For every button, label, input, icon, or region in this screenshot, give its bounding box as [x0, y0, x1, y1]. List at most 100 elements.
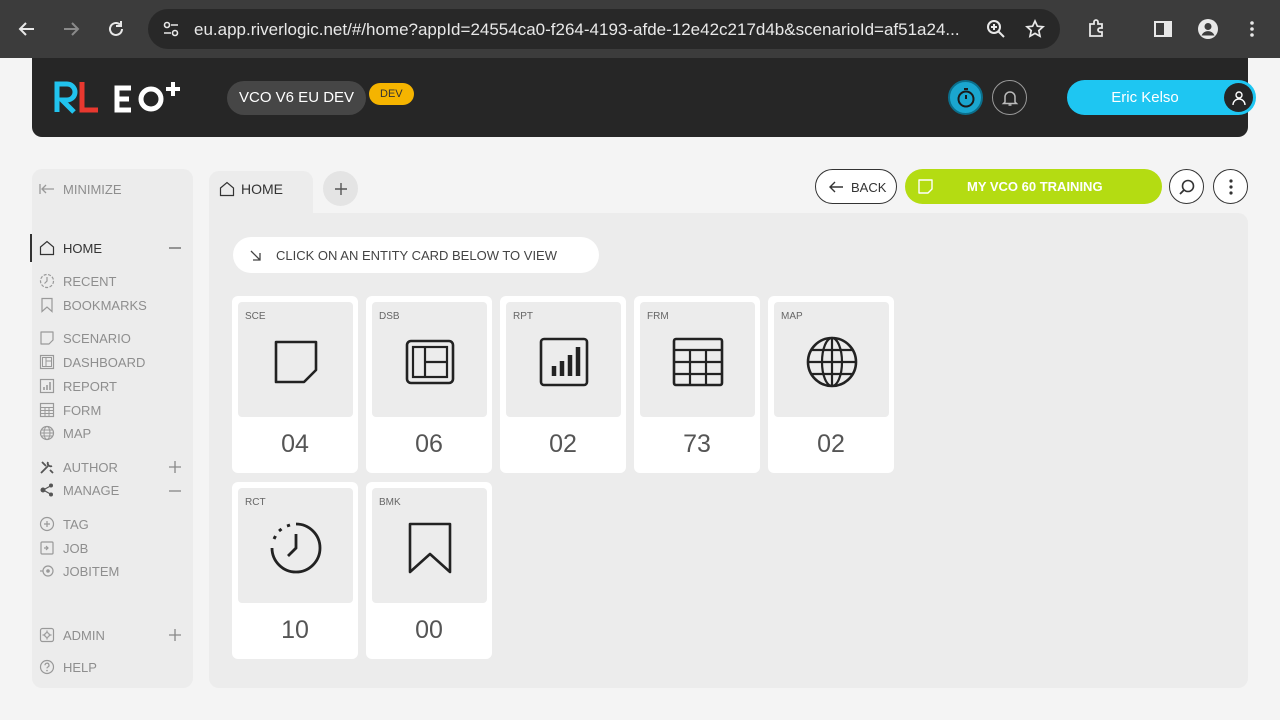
scenario-icon: [274, 340, 318, 384]
entity-card-scenario[interactable]: SCE 04: [232, 296, 358, 473]
tab-home-label: HOME: [241, 181, 283, 197]
notifications-button[interactable]: [992, 80, 1027, 115]
entity-card-dashboard[interactable]: DSB 06: [366, 296, 492, 473]
job-icon: [38, 539, 56, 557]
arrow-right-icon: [64, 22, 80, 36]
sidebar: MINIMIZE HOME RECENT BOOKMARKS SCENARIO …: [30, 169, 193, 688]
back-button[interactable]: BACK: [815, 169, 897, 204]
sidebar-item-label: HOME: [63, 240, 102, 256]
entity-card-report[interactable]: RPT 02: [500, 296, 626, 473]
expand-plus-icon[interactable]: [168, 628, 182, 642]
arrow-down-right-icon: [250, 250, 261, 261]
card-icon-well: FRM: [640, 302, 755, 417]
recent-icon: [270, 522, 322, 574]
entity-card-recent[interactable]: RCT 10: [232, 482, 358, 659]
card-icon-well: BMK: [372, 488, 487, 603]
arrow-left-icon: [18, 22, 34, 36]
card-count: 02: [549, 430, 577, 458]
browser-reload-button[interactable]: [101, 14, 131, 44]
more-options-button[interactable]: [1213, 169, 1248, 204]
side-panel-icon: [1154, 21, 1172, 37]
sidebar-item-form[interactable]: FORM: [38, 400, 101, 420]
collapse-minus-icon[interactable]: [168, 241, 182, 255]
card-code: MAP: [781, 311, 803, 322]
collapse-left-icon: [38, 180, 56, 198]
expand-plus-icon[interactable]: [168, 460, 182, 474]
report-icon: [38, 377, 56, 395]
site-settings-icon: [163, 21, 179, 37]
bell-icon: [1001, 90, 1018, 106]
url-text: eu.app.riverlogic.net/#/home?appId=24554…: [194, 20, 960, 39]
puzzle-icon: [1089, 19, 1103, 37]
user-name: Eric Kelso: [1111, 89, 1179, 106]
sidebar-item-label: HELP: [63, 659, 97, 675]
card-code: RCT: [245, 497, 266, 508]
main-panel: CLICK ON AN ENTITY CARD BELOW TO VIEW SC…: [209, 213, 1248, 688]
form-icon: [38, 401, 56, 419]
rl-logo-icon[interactable]: [54, 80, 100, 114]
globe-icon: [38, 424, 56, 442]
sidebar-item-author[interactable]: AUTHOR: [38, 457, 118, 477]
star-icon[interactable]: [1025, 19, 1045, 39]
profile-button[interactable]: [1193, 14, 1223, 44]
sidebar-item-label: JOBITEM: [63, 563, 120, 579]
active-indicator: [30, 234, 32, 262]
browser-back-button[interactable]: [12, 14, 42, 44]
app-header: VCO V6 EU DEV DEV Eric Kelso: [32, 58, 1256, 137]
sidebar-item-label: AUTHOR: [63, 459, 118, 475]
entity-card-bookmark[interactable]: BMK 00: [366, 482, 492, 659]
sidebar-item-home[interactable]: HOME: [38, 238, 102, 258]
sidebar-item-scenario[interactable]: SCENARIO: [38, 328, 131, 348]
scenario-icon: [38, 329, 56, 347]
tab-home[interactable]: HOME: [209, 171, 313, 215]
manage-nodes-icon: [38, 481, 56, 499]
timer-button[interactable]: [948, 80, 983, 115]
browser-chrome: eu.app.riverlogic.net/#/home?appId=24554…: [0, 0, 1280, 58]
sidebar-item-dashboard[interactable]: DASHBOARD: [38, 352, 145, 372]
sidebar-item-jobitem[interactable]: JOBITEM: [38, 561, 119, 581]
app-name-pill[interactable]: VCO V6 EU DEV: [227, 81, 367, 115]
bookmark-icon: [38, 296, 56, 314]
extensions-button[interactable]: [1082, 14, 1112, 44]
address-bar[interactable]: eu.app.riverlogic.net/#/home?appId=24554…: [148, 9, 1060, 49]
sidebar-item-manage[interactable]: MANAGE: [38, 480, 119, 500]
report-icon: [539, 337, 589, 387]
sidebar-item-help[interactable]: HELP: [38, 657, 97, 677]
kebab-menu-icon: [1228, 178, 1233, 195]
arrow-left-icon: [829, 181, 843, 193]
eo-plus-logo-icon: [114, 82, 180, 113]
kebab-menu-icon: [1250, 21, 1254, 37]
search-icon: [1178, 179, 1194, 195]
tag-icon: [38, 515, 56, 533]
gear-icon: [38, 626, 56, 644]
sidebar-item-label: FORM: [63, 402, 102, 418]
sidebar-item-report[interactable]: REPORT: [38, 376, 117, 396]
sidebar-item-tag[interactable]: TAG: [38, 514, 89, 534]
browser-menu-button[interactable]: [1237, 14, 1267, 44]
sidebar-minimize[interactable]: MINIMIZE: [38, 179, 122, 199]
user-menu-button[interactable]: Eric Kelso: [1067, 80, 1256, 115]
collapse-minus-icon[interactable]: [168, 484, 182, 498]
sidebar-item-label: MAP: [63, 425, 92, 441]
sidebar-item-map[interactable]: MAP: [38, 423, 91, 443]
sidebar-item-label: BOOKMARKS: [63, 297, 147, 313]
search-button[interactable]: [1169, 169, 1204, 204]
entity-card-form[interactable]: FRM 73: [634, 296, 760, 473]
training-scenario-button[interactable]: MY VCO 60 TRAINING: [905, 169, 1162, 204]
sidebar-item-bookmarks[interactable]: BOOKMARKS: [38, 295, 147, 315]
card-icon-well: MAP: [774, 302, 889, 417]
sidebar-item-admin[interactable]: ADMIN: [38, 625, 105, 645]
zoom-icon[interactable]: [986, 19, 1006, 39]
sidebar-item-recent[interactable]: RECENT: [38, 271, 116, 291]
card-count: 06: [415, 430, 443, 458]
instruction-text: CLICK ON AN ENTITY CARD BELOW TO VIEW: [276, 248, 557, 263]
sidebar-item-job[interactable]: JOB: [38, 538, 88, 558]
entity-card-map[interactable]: MAP 02: [768, 296, 894, 473]
avatar: [1224, 83, 1253, 112]
card-count: 04: [281, 430, 309, 458]
add-tab-button[interactable]: [323, 171, 358, 206]
side-panel-button[interactable]: [1148, 14, 1178, 44]
browser-forward-button[interactable]: [56, 14, 86, 44]
card-count: 00: [415, 616, 443, 644]
sidebar-item-label: SCENARIO: [63, 330, 131, 346]
